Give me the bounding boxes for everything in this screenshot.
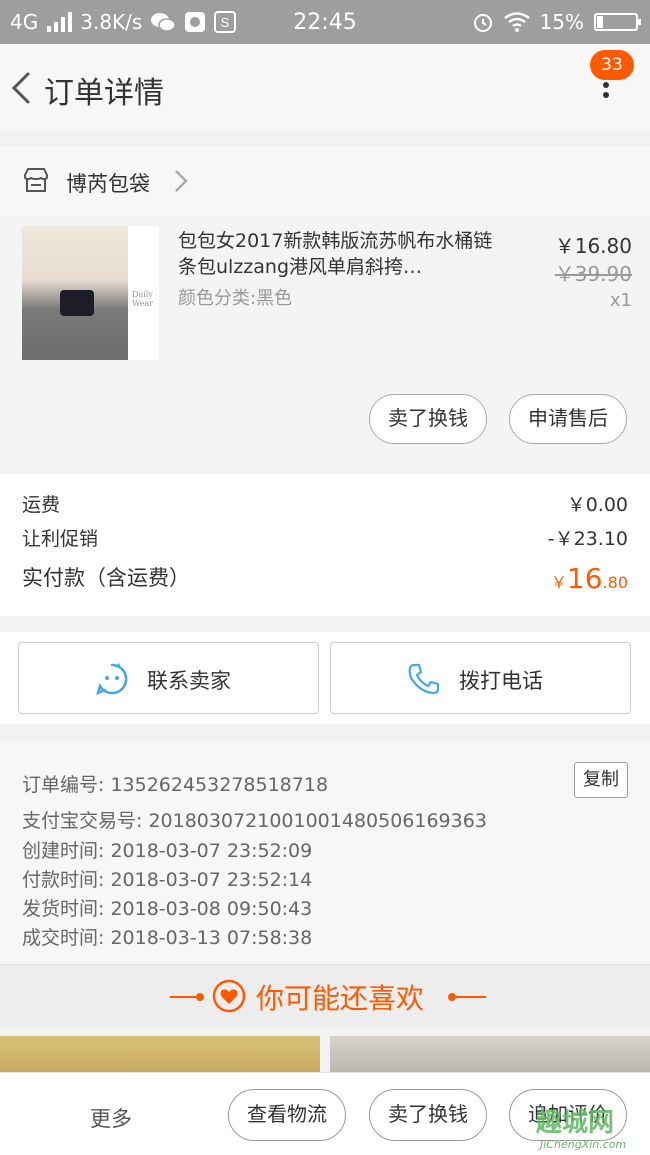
- total-value: ￥16.80: [551, 562, 628, 595]
- total-label: 实付款（含运费）: [22, 566, 190, 590]
- watermark-cn: 趣城网: [536, 1108, 615, 1138]
- paid-time: 付款时间: 2018-03-07 23:52:14: [22, 869, 313, 891]
- order-number: 订单编号: 135262453278518718: [22, 774, 329, 796]
- back-arrow-icon[interactable]: [8, 68, 36, 108]
- call-phone-label: 拨打电话: [459, 669, 543, 693]
- watermark-logo: 趣城网 JiChengXin.com: [532, 1102, 650, 1155]
- contact-seller-button[interactable]: 联系卖家: [18, 642, 319, 714]
- total-main: 16: [566, 562, 603, 595]
- product-title: 包包女2017新款韩版流苏帆布水桶链条包ulzzang港风单肩斜挎…: [178, 230, 493, 278]
- alipay-number: 支付宝交易号: 2018030721001001480506169363: [22, 810, 487, 832]
- shop-name: 博芮包袋: [66, 172, 150, 196]
- product-card[interactable]: Daily Wear 包包女2017新款韩版流苏帆布水桶链条包ulzzang港风…: [0, 216, 650, 460]
- battery-percent: 15%: [539, 10, 584, 34]
- shipped-time: 发货时间: 2018-03-08 09:50:43: [22, 898, 313, 920]
- store-icon: [24, 168, 48, 192]
- created-time: 创建时间: 2018-03-07 23:52:09: [22, 840, 313, 862]
- notification-badge: 33: [590, 50, 634, 80]
- total-row: 实付款（含运费） ￥16.80: [22, 562, 628, 595]
- payment-summary: 运费 ￥0.00 让利促销 -￥23.10 实付款（含运费） ￥16.80: [0, 474, 650, 616]
- recommend-header: 你可能还喜欢: [0, 964, 650, 1028]
- product-quantity: x1: [609, 290, 632, 311]
- recommend-item-image[interactable]: [330, 1036, 650, 1076]
- after-sale-button[interactable]: 申请售后: [509, 394, 627, 444]
- discount-label: 让利促销: [22, 528, 99, 550]
- recommend-title: 你可能还喜欢: [256, 982, 425, 1015]
- status-bar: 4G 3.8K/s S 22:45 15%: [0, 0, 650, 44]
- alarm-icon: [473, 14, 492, 32]
- product-original-price: ￥39.90: [554, 262, 632, 286]
- heart-icon: [212, 979, 246, 1013]
- more-menu-icon[interactable]: [596, 78, 616, 118]
- battery-icon: [594, 13, 641, 31]
- recommend-item-image[interactable]: [0, 1036, 320, 1076]
- call-phone-button[interactable]: 拨打电话: [330, 642, 631, 714]
- product-price: ￥16.80: [554, 234, 632, 258]
- product-variant: 颜色分类:黑色: [178, 288, 293, 309]
- divider-dot-left: [196, 993, 204, 1001]
- page-title: 订单详情: [44, 76, 164, 111]
- completed-time: 成交时间: 2018-03-13 07:58:38: [22, 927, 313, 949]
- total-currency: ￥: [550, 573, 567, 592]
- discount-value: -￥23.10: [547, 528, 628, 550]
- shipping-value: ￥0.00: [566, 494, 628, 516]
- contact-section: 联系卖家 拨打电话: [0, 632, 650, 724]
- chevron-right-icon: [175, 170, 188, 192]
- thumbnail-signature: Daily Wear: [132, 290, 153, 308]
- shipping-row: 运费 ￥0.00: [22, 490, 628, 517]
- watermark-en: JiChengXin.com: [540, 1138, 627, 1151]
- sell-button[interactable]: 卖了换钱: [369, 394, 487, 444]
- more-button[interactable]: 更多: [90, 1103, 132, 1133]
- discount-row: 让利促销 -￥23.10: [22, 524, 628, 551]
- shop-row[interactable]: 博芮包袋: [0, 146, 650, 216]
- divider-line-right: [454, 996, 486, 998]
- phone-icon: [408, 663, 440, 695]
- wifi-icon: [503, 12, 530, 32]
- status-right: 15%: [472, 10, 641, 34]
- copy-button[interactable]: 复制: [574, 762, 628, 798]
- view-logistics-button[interactable]: 查看物流: [228, 1089, 346, 1141]
- order-info: 订单编号: 135262453278518718 复制 支付宝交易号: 2018…: [0, 740, 650, 964]
- nav-bar: 订单详情 33: [0, 44, 650, 132]
- total-decimal: .80: [602, 573, 628, 592]
- sell-button-bottom[interactable]: 卖了换钱: [369, 1089, 487, 1141]
- contact-seller-label: 联系卖家: [147, 669, 231, 693]
- chat-bubble-icon: [96, 663, 128, 696]
- product-thumbnail[interactable]: Daily Wear: [22, 226, 159, 360]
- bag-image: [60, 290, 94, 316]
- shipping-label: 运费: [22, 494, 61, 516]
